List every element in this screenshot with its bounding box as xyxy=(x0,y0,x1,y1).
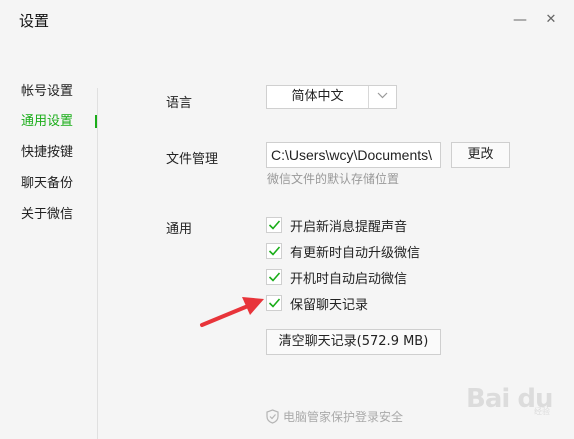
window-title: 设置 xyxy=(19,12,50,30)
sidebar-item-account[interactable]: 帐号设置 xyxy=(21,82,73,102)
check-icon xyxy=(268,272,281,282)
title-bar: 设置 — ✕ xyxy=(0,0,574,40)
check-icon xyxy=(268,220,281,230)
sidebar-item-about[interactable]: 关于微信 xyxy=(21,205,73,225)
clear-chat-history-button[interactable]: 清空聊天记录(572.9 MB) xyxy=(266,329,441,355)
checkbox-checked[interactable] xyxy=(266,217,282,233)
file-path-hint: 微信文件的默认存储位置 xyxy=(267,172,400,186)
red-arrow-icon xyxy=(200,297,264,327)
option-label: 有更新时自动升级微信 xyxy=(290,246,421,261)
checkbox-checked[interactable] xyxy=(266,269,282,285)
language-select[interactable]: 简体中文 xyxy=(266,85,397,109)
sidebar-divider xyxy=(97,88,98,439)
close-button[interactable]: ✕ xyxy=(541,10,561,30)
option-label: 开启新消息提醒声音 xyxy=(290,220,408,235)
minimize-button[interactable]: — xyxy=(510,10,530,30)
sidebar-item-general[interactable]: 通用设置 xyxy=(21,112,73,132)
chevron-down-icon[interactable] xyxy=(369,86,396,108)
shield-icon xyxy=(266,409,279,424)
checkbox-checked[interactable] xyxy=(266,243,282,259)
language-label: 语言 xyxy=(166,96,193,111)
settings-window: 设置 — ✕ 帐号设置 通用设置 快捷按键 聊天备份 关于微信 语言 简体中文 … xyxy=(0,0,574,439)
footer-text: 电脑管家保护登录安全 xyxy=(283,410,404,424)
sidebar-item-shortcuts[interactable]: 快捷按键 xyxy=(21,143,73,163)
option-label: 保留聊天记录 xyxy=(290,298,369,313)
watermark-sub: 经验 xyxy=(534,407,550,416)
check-icon xyxy=(268,246,281,256)
checkbox-checked[interactable] xyxy=(266,295,282,311)
option-label: 开机时自动启动微信 xyxy=(290,272,408,287)
check-icon xyxy=(268,298,281,308)
settings-sidebar: 帐号设置 通用设置 快捷按键 聊天备份 关于微信 xyxy=(0,72,97,439)
baidu-watermark: Bai du 经验 xyxy=(466,376,570,426)
change-path-button[interactable]: 更改 xyxy=(451,142,510,168)
file-path-field[interactable]: C:\Users\wcy\Documents\ xyxy=(266,142,441,168)
general-label: 通用 xyxy=(166,222,193,237)
language-select-value: 简体中文 xyxy=(291,89,344,104)
sidebar-item-backup[interactable]: 聊天备份 xyxy=(21,174,73,194)
file-management-label: 文件管理 xyxy=(166,152,219,167)
